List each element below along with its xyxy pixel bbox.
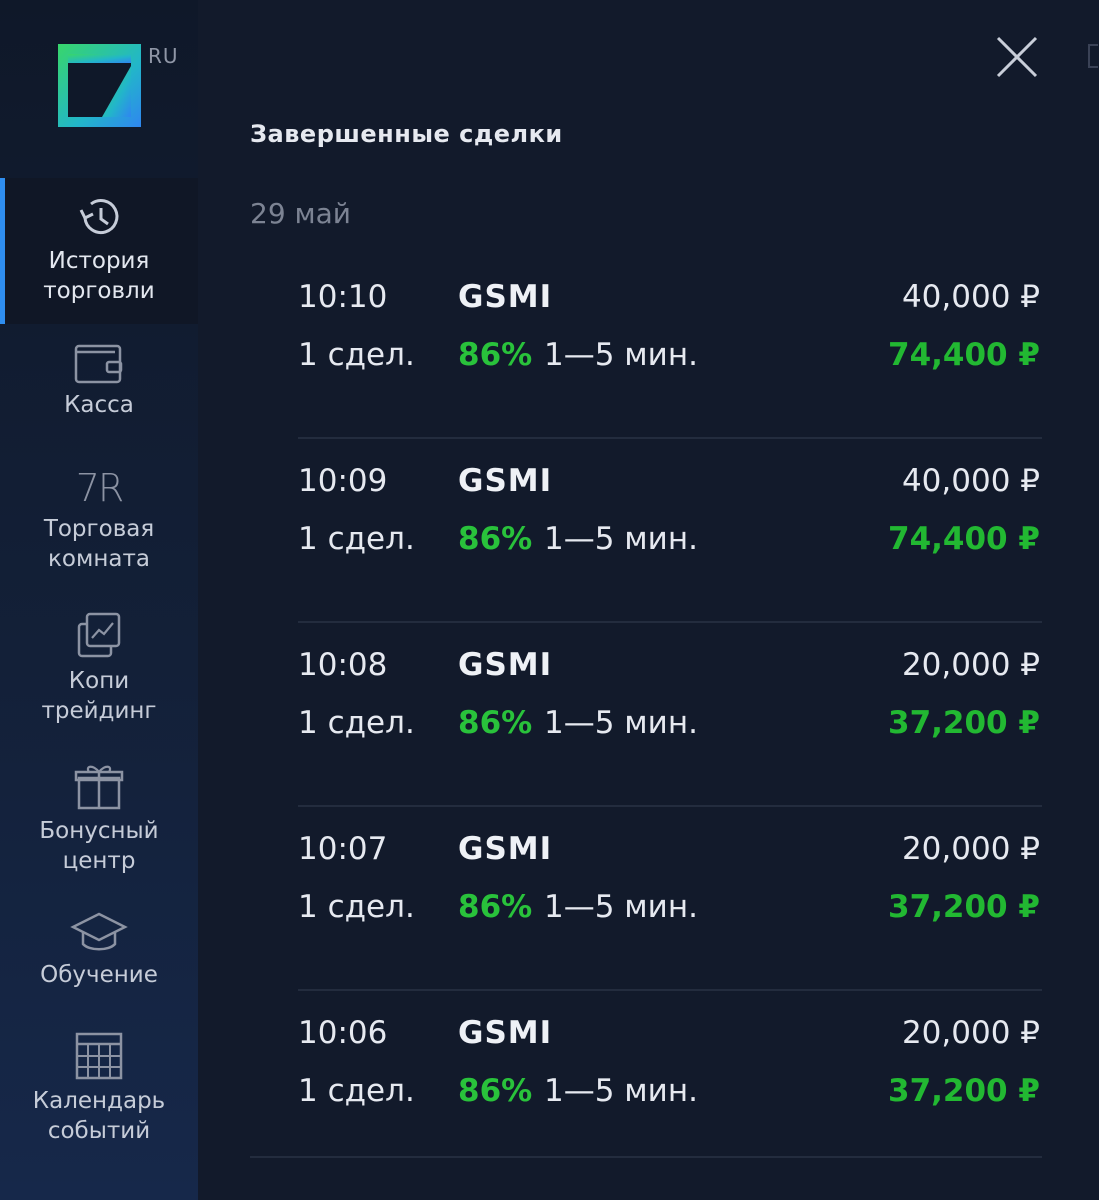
sidebar-item-label: Календарь событий <box>32 1088 166 1144</box>
deal-percent: 86% <box>458 705 533 741</box>
deal-percent: 86% <box>458 1073 533 1109</box>
deal-row[interactable]: 10:08 GSMI 20,000 ₽ 1 сдел. 86% 1—5 мин.… <box>298 621 1042 807</box>
deal-duration: 1—5 мин. <box>544 337 698 373</box>
deal-percent: 86% <box>458 337 533 373</box>
deal-asset: GSMI <box>458 831 553 867</box>
deal-payout: 37,200 ₽ <box>888 705 1040 741</box>
deal-count: 1 сдел. <box>298 705 415 741</box>
sidebar-item-label: Торговая комната <box>43 516 155 572</box>
sidebar-item-trading-room[interactable]: 7R Торговая комната <box>0 466 198 582</box>
list-divider <box>250 1156 1042 1158</box>
deal-row[interactable]: 10:10 GSMI 40,000 ₽ 1 сдел. 86% 1—5 мин.… <box>298 253 1042 439</box>
sidebar-item-label: История торговли <box>43 248 155 304</box>
deal-time: 10:09 <box>298 463 388 499</box>
history-icon <box>79 199 119 235</box>
deal-amount: 40,000 ₽ <box>901 279 1040 315</box>
trading-room-icon: 7R <box>75 466 125 510</box>
deal-payout: 74,400 ₽ <box>888 521 1040 557</box>
deal-duration: 1—5 мин. <box>544 889 698 925</box>
edge-tab <box>1088 44 1098 68</box>
sidebar-item-trade-history[interactable]: История торговли <box>0 178 198 324</box>
deal-count: 1 сдел. <box>298 889 415 925</box>
deal-payout: 74,400 ₽ <box>888 337 1040 373</box>
graduation-cap-icon <box>70 912 128 951</box>
deal-time: 10:08 <box>298 647 388 683</box>
sidebar-item-copy-trading[interactable]: Копи трейдинг <box>0 610 198 734</box>
deal-asset: GSMI <box>458 647 553 683</box>
sidebar-item-events-calendar[interactable]: Календарь событий <box>0 1030 198 1148</box>
deal-percent: 86% <box>458 521 533 557</box>
deal-amount: 20,000 ₽ <box>901 1015 1040 1051</box>
sidebar-item-education[interactable]: Обучение <box>0 910 198 1000</box>
panel-title: Завершенные сделки <box>250 120 563 148</box>
sidebar-item-label: Копи трейдинг <box>41 668 157 724</box>
sidebar-item-label: Касса <box>64 392 134 418</box>
sidebar-item-bonus-center[interactable]: Бонусный центр <box>0 762 198 886</box>
deal-amount: 20,000 ₽ <box>901 831 1040 867</box>
gift-icon <box>74 765 124 810</box>
date-header: 29 май <box>250 197 352 230</box>
deal-count: 1 сдел. <box>298 1073 415 1109</box>
sidebar-item-label: Бонусный центр <box>39 818 159 874</box>
logo-region-label: RU <box>148 44 179 68</box>
sidebar-item-label: Обучение <box>40 962 158 988</box>
copy-trading-icon <box>77 612 121 658</box>
deal-row[interactable]: 10:07 GSMI 20,000 ₽ 1 сдел. 86% 1—5 мин.… <box>298 805 1042 991</box>
deal-amount: 20,000 ₽ <box>901 647 1040 683</box>
deal-duration: 1—5 мин. <box>544 1073 698 1109</box>
deal-duration: 1—5 мин. <box>544 521 698 557</box>
deal-percent: 86% <box>458 889 533 925</box>
deal-duration: 1—5 мин. <box>544 705 698 741</box>
deal-asset: GSMI <box>458 1015 553 1051</box>
deal-payout: 37,200 ₽ <box>888 1073 1040 1109</box>
closed-deals-panel: Завершенные сделки 29 май 10:10 GSMI 40,… <box>198 0 1099 1200</box>
deal-time: 10:10 <box>298 279 388 315</box>
deal-row[interactable]: 10:09 GSMI 40,000 ₽ 1 сдел. 86% 1—5 мин.… <box>298 437 1042 623</box>
deal-asset: GSMI <box>458 279 553 315</box>
deal-amount: 40,000 ₽ <box>901 463 1040 499</box>
logo <box>58 44 141 127</box>
deal-payout: 37,200 ₽ <box>888 889 1040 925</box>
calendar-icon <box>75 1032 123 1080</box>
deal-time: 10:06 <box>298 1015 388 1051</box>
deal-row[interactable]: 10:06 GSMI 20,000 ₽ 1 сдел. 86% 1—5 мин.… <box>298 989 1042 1173</box>
deal-time: 10:07 <box>298 831 388 867</box>
deal-count: 1 сдел. <box>298 521 415 557</box>
close-icon[interactable] <box>994 34 1040 80</box>
wallet-icon <box>74 344 123 384</box>
deal-count: 1 сдел. <box>298 337 415 373</box>
sidebar-item-cashier[interactable]: Касса <box>0 340 198 436</box>
sidebar: RU История торговли Касса 7R Торговая ко… <box>0 0 198 1200</box>
deal-asset: GSMI <box>458 463 553 499</box>
